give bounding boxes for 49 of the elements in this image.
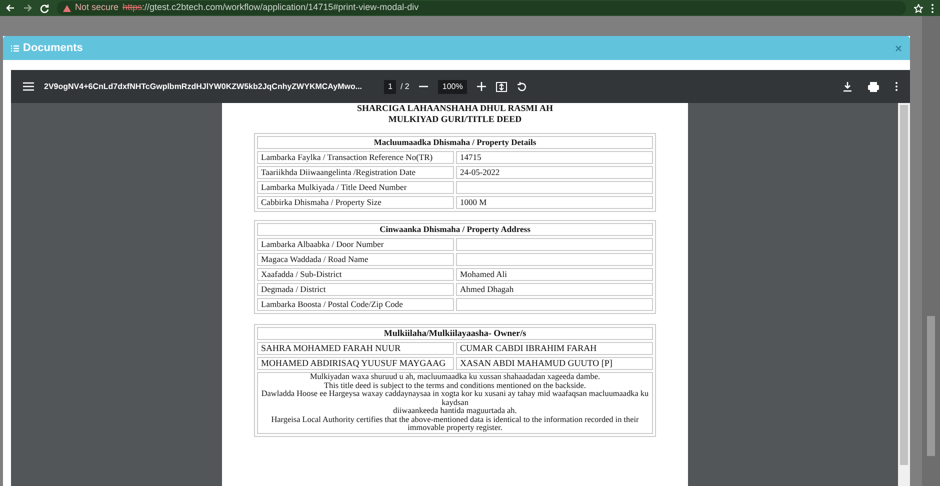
back-icon[interactable] xyxy=(6,4,15,12)
note-text: Hargeisa Local Authority certifies that the above-mentioned data is identical to the information recorded in their immovable property register. xyxy=(270,416,640,432)
owner-name: CUMAR CABDI IBRAHIM FARAH xyxy=(456,342,653,355)
field-label: Magaca Waddada / Road Name xyxy=(257,253,454,266)
menu-icon[interactable] xyxy=(931,4,934,12)
section-heading: Macluumaadka Dhismaha / Property Details xyxy=(257,136,653,149)
field-value: 24-05-2022 xyxy=(456,166,653,179)
field-value: 1000 M xyxy=(456,196,653,209)
note-text: Mulkiyadan waxa shuruud u ah, macluumaadka ku xussan shahaadadan xageeda dambe. xyxy=(308,373,602,382)
address-bar[interactable]: Not secure https://gtest.c2btech.com/workflow/application/14715#print-view-modal-div xyxy=(57,1,906,15)
reload-icon[interactable] xyxy=(40,4,49,12)
menu-icon[interactable] xyxy=(23,82,34,91)
warning-icon xyxy=(63,4,71,12)
field-label: Cabbirka Dhismaha / Property Size xyxy=(257,196,454,209)
field-label: Xaafadda / Sub-District xyxy=(257,268,454,281)
page-total: / 2 xyxy=(400,80,410,92)
field-label: Taariikhda Diiwaangelinta /Registration Date xyxy=(257,166,454,179)
note-text: diiwaankeeda hantida maguurtada ah. xyxy=(392,407,518,416)
zoom-field[interactable]: 100% xyxy=(438,80,467,94)
fit-page-icon[interactable] xyxy=(496,82,507,92)
field-value: Mohamed Ali xyxy=(456,268,653,281)
page-field[interactable]: 1 xyxy=(384,80,396,94)
field-label: Lambarka Mulkiyada / Title Deed Number xyxy=(257,181,454,194)
owner-name: SAHRA MOHAMED FARAH NUUR xyxy=(257,342,454,355)
field-label: Lambarka Faylka / Transaction Reference No(TR) xyxy=(257,151,454,164)
field-label: Lambarka Boosta / Postal Code/Zip Code xyxy=(257,298,454,311)
section-heading: Cinwaanka Dhismaha / Property Address xyxy=(257,223,653,236)
owner-name: XASAN ABDI MAHAMUD GUUTO [P] xyxy=(456,357,653,370)
section-heading: Mulkiilaha/Mulkiilayaasha- Owner/s xyxy=(257,327,653,340)
plus-icon[interactable] xyxy=(476,82,486,91)
forward-icon[interactable] xyxy=(23,4,32,12)
url-text: https://gtest.c2btech.com/workflow/application/14715#print-view-modal-div xyxy=(122,1,419,14)
document-title: MULKIYAD GURI/TITLE DEED xyxy=(387,114,523,125)
field-value: Ahmed Dhagah xyxy=(456,283,653,296)
download-icon[interactable] xyxy=(843,82,852,92)
field-value: 14715 xyxy=(456,151,653,164)
modal-title: Documents xyxy=(23,40,83,56)
more-icon[interactable] xyxy=(895,82,898,92)
star-icon[interactable] xyxy=(914,4,923,12)
rotate-icon[interactable] xyxy=(516,82,527,92)
print-icon[interactable] xyxy=(868,82,879,92)
owner-name: MOHAMED ABDIRISAQ YUUSUF MAYGAAG xyxy=(257,357,454,370)
field-label: Lambarka Albaabka / Door Number xyxy=(257,238,454,251)
file-name: 2V9ogNV4+6CnLd7dxfNHTcGwplbmRzdHJlYW0KZW5kb2JqCnhyZWYKMCAyMwo... xyxy=(44,80,362,92)
note-text: This title deed is subject to the terms and conditions mentioned on the backside. xyxy=(324,382,587,390)
document-title: SHARCIGA LAHAANSHAHA DHUL RASMI AH xyxy=(356,103,554,114)
field-label: Degmada / District xyxy=(257,283,454,296)
list-icon xyxy=(11,44,19,52)
security-label: Not secure xyxy=(75,1,119,14)
